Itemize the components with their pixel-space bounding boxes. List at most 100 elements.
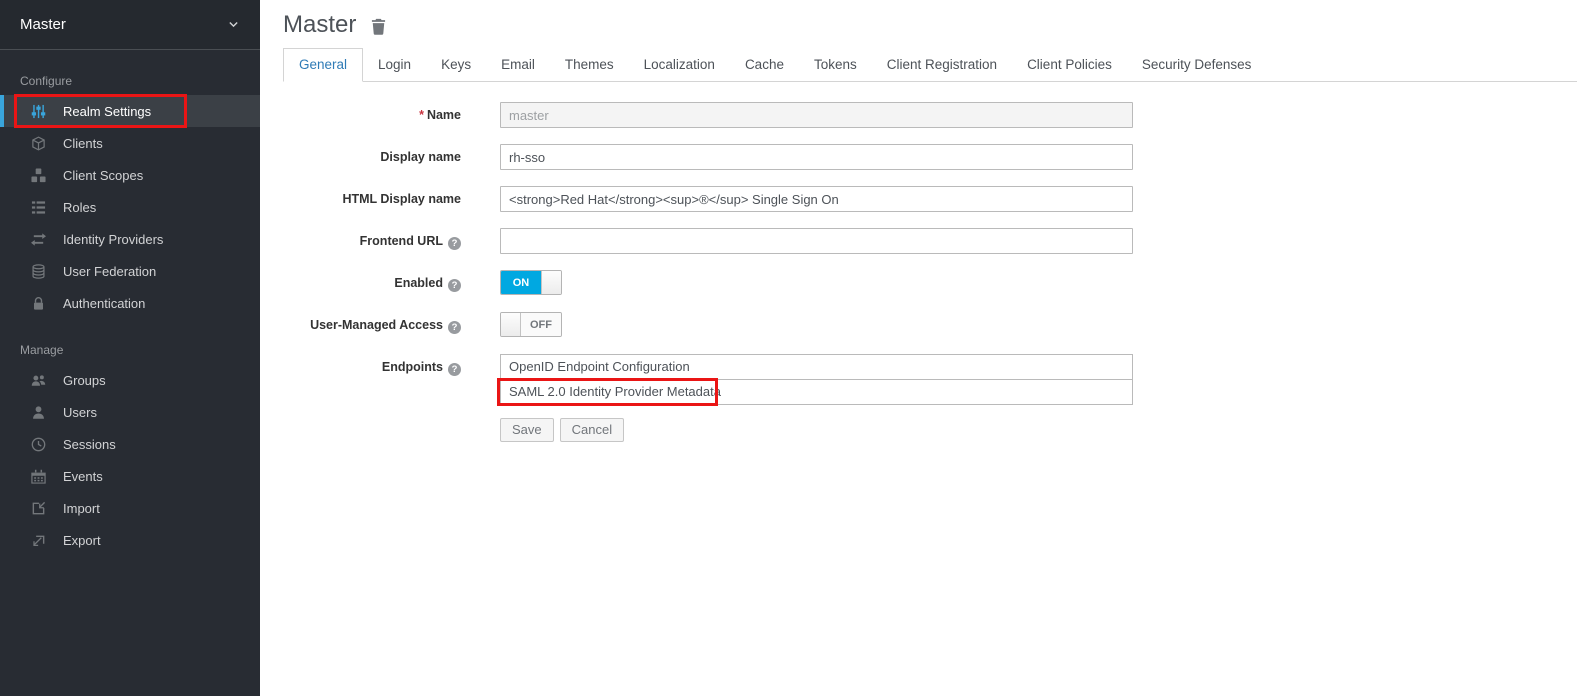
help-icon[interactable]: ?: [448, 321, 461, 334]
help-icon[interactable]: ?: [448, 279, 461, 292]
cancel-button[interactable]: Cancel: [560, 418, 624, 442]
sidebar-item-groups[interactable]: Groups: [0, 364, 260, 396]
page-title: Master: [283, 10, 356, 40]
enabled-toggle[interactable]: ON: [500, 270, 562, 295]
tab-client-policies[interactable]: Client Policies: [1012, 49, 1127, 81]
sidebar-item-label: Identity Providers: [63, 232, 163, 247]
section-label-manage: Manage: [0, 319, 260, 364]
form-row-frontend-url: Frontend URL?: [283, 228, 1577, 254]
group-icon: [30, 372, 46, 388]
save-button[interactable]: Save: [500, 418, 554, 442]
database-icon: [30, 263, 46, 279]
sidebar-item-export[interactable]: Export: [0, 524, 260, 556]
sidebar-item-user-federation[interactable]: User Federation: [0, 255, 260, 287]
toggle-handle[interactable]: [541, 271, 561, 294]
field-control-frontend-url: [500, 228, 1133, 254]
cube-icon: [30, 135, 46, 151]
help-icon[interactable]: ?: [448, 237, 461, 250]
field-label-name: *Name: [283, 102, 461, 128]
form-row-display-name: Display name: [283, 144, 1577, 170]
chevron-down-icon: [227, 18, 240, 31]
tab-bar: GeneralLoginKeysEmailThemesLocalizationC…: [283, 48, 1577, 82]
field-label-frontend-url: Frontend URL?: [283, 228, 461, 254]
cubes-icon: [30, 167, 46, 183]
field-label-display-name: Display name: [283, 144, 461, 170]
main-content: Master GeneralLoginKeysEmailThemesLocali…: [260, 0, 1591, 696]
realm-selector-dropdown[interactable]: Master: [0, 0, 260, 50]
sidebar-item-identity-providers[interactable]: Identity Providers: [0, 223, 260, 255]
realm-settings-form: *Name Display name HTML Display name Fronte…: [283, 102, 1577, 442]
tab-login[interactable]: Login: [363, 49, 426, 81]
sidebar-item-label: Events: [63, 469, 103, 484]
field-control-name: [500, 102, 1133, 128]
display-name-input[interactable]: [500, 144, 1133, 170]
sidebar-item-users[interactable]: Users: [0, 396, 260, 428]
field-label-endpoints: Endpoints?: [283, 354, 461, 405]
sidebar-item-label: User Federation: [63, 264, 156, 279]
form-row-enabled: Enabled? ON: [283, 270, 1577, 296]
sidebar: Master Configure Realm Settings Clients Cli…: [0, 0, 260, 696]
required-asterisk: *: [419, 108, 424, 122]
sidebar-item-client-scopes[interactable]: Client Scopes: [0, 159, 260, 191]
tab-cache[interactable]: Cache: [730, 49, 799, 81]
lock-icon: [30, 295, 46, 311]
sidebar-item-authentication[interactable]: Authentication: [0, 287, 260, 319]
tab-tokens[interactable]: Tokens: [799, 49, 872, 81]
sidebar-item-label: Export: [63, 533, 101, 548]
page-header: Master: [283, 10, 1577, 40]
form-actions: SaveCancel: [283, 418, 1577, 442]
tab-themes[interactable]: Themes: [550, 49, 629, 81]
user-icon: [30, 404, 46, 420]
endpoint-link-openid-endpoint-configuration[interactable]: OpenID Endpoint Configuration: [500, 354, 1133, 380]
sliders-icon: [30, 103, 46, 119]
tab-security-defenses[interactable]: Security Defenses: [1127, 49, 1267, 81]
sidebar-item-label: Client Scopes: [63, 168, 143, 183]
sidebar-item-import[interactable]: Import: [0, 492, 260, 524]
import-icon: [30, 500, 46, 516]
calendar-icon: [30, 468, 46, 484]
field-label-enabled: Enabled?: [283, 270, 461, 296]
realm-selector-label: Master: [20, 16, 66, 33]
form-row-html-display-name: HTML Display name: [283, 186, 1577, 212]
toggle-state-label: ON: [501, 271, 541, 294]
sidebar-item-roles[interactable]: Roles: [0, 191, 260, 223]
sidebar-item-label: Roles: [63, 200, 96, 215]
form-row-name: *Name: [283, 102, 1577, 128]
form-row-endpoints: Endpoints? OpenID Endpoint ConfigurationS…: [283, 354, 1577, 405]
sidebar-item-events[interactable]: Events: [0, 460, 260, 492]
tab-keys[interactable]: Keys: [426, 49, 486, 81]
keycloak-admin-console: Master Configure Realm Settings Clients Cli…: [0, 0, 1591, 696]
trash-icon[interactable]: [371, 18, 386, 35]
sidebar-item-clients[interactable]: Clients: [0, 127, 260, 159]
sidebar-item-label: Realm Settings: [63, 104, 151, 119]
html-display-name-input[interactable]: [500, 186, 1133, 212]
sidebar-item-realm-settings[interactable]: Realm Settings: [0, 95, 260, 127]
sidebar-item-label: Import: [63, 501, 100, 516]
help-icon[interactable]: ?: [448, 363, 461, 376]
user-managed-access-toggle[interactable]: OFF: [500, 312, 562, 337]
sidebar-item-label: Users: [63, 405, 97, 420]
section-label-configure: Configure: [0, 50, 260, 95]
sidebar-item-sessions[interactable]: Sessions: [0, 428, 260, 460]
field-control-endpoints: OpenID Endpoint ConfigurationSAML 2.0 Id…: [500, 354, 1133, 405]
endpoint-link-saml-2-0-identity-provider-metadata[interactable]: SAML 2.0 Identity Provider Metadata: [500, 379, 1133, 405]
tab-localization[interactable]: Localization: [629, 49, 730, 81]
field-control-display-name: [500, 144, 1133, 170]
field-control-enabled: ON: [500, 270, 1133, 296]
field-label-user-managed-access: User-Managed Access?: [283, 312, 461, 338]
field-control-user-managed-access: OFF: [500, 312, 1133, 338]
actions-buttons: SaveCancel: [500, 418, 1133, 442]
exchange-icon: [30, 231, 46, 247]
tasks-icon: [30, 199, 46, 215]
sidebar-item-label: Clients: [63, 136, 103, 151]
tab-client-registration[interactable]: Client Registration: [872, 49, 1012, 81]
toggle-handle[interactable]: [501, 313, 521, 336]
frontend-url-input[interactable]: [500, 228, 1133, 254]
clock-icon: [30, 436, 46, 452]
field-control-html-display-name: [500, 186, 1133, 212]
tab-general[interactable]: General: [283, 48, 363, 82]
tab-email[interactable]: Email: [486, 49, 550, 81]
actions-spacer: [283, 418, 461, 442]
toggle-state-label: OFF: [521, 313, 561, 336]
sidebar-item-label: Groups: [63, 373, 106, 388]
